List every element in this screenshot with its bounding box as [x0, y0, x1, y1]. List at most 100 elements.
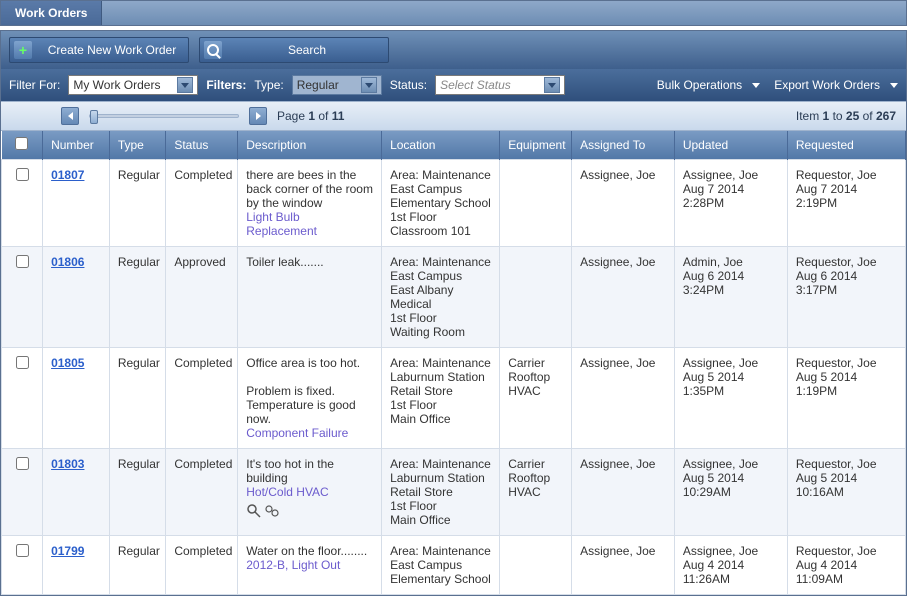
status-placeholder: Select Status	[440, 78, 538, 92]
magnifier-icon	[246, 503, 262, 519]
toolbar: + Create New Work Order Search	[1, 31, 906, 69]
type-label: Type:	[254, 78, 283, 92]
row-type-cell: Regular	[109, 449, 166, 536]
table-row: 01805 Regular Completed Office area is t…	[2, 348, 906, 449]
create-button-label: Create New Work Order	[40, 43, 184, 57]
row-location-cell: Area: Maintenance Laburnum Station Retai…	[382, 449, 500, 536]
col-assigned[interactable]: Assigned To	[572, 131, 675, 160]
work-order-number-link[interactable]: 01803	[51, 457, 84, 471]
row-location-cell: Area: Maintenance East Campus Elementary…	[382, 160, 500, 247]
status-select[interactable]: Select Status	[435, 75, 565, 95]
attachment-icons	[246, 503, 373, 519]
page-slider-handle[interactable]	[90, 110, 98, 124]
row-status-cell: Completed	[166, 536, 238, 595]
pager-bar: Page 1 of 11 Item 1 to 25 of 267	[1, 101, 906, 131]
page-prev-button[interactable]	[61, 107, 79, 125]
main-frame: + Create New Work Order Search Filter Fo…	[0, 30, 907, 596]
row-type-cell: Regular	[109, 160, 166, 247]
item-info: Item 1 to 25 of 267	[796, 109, 896, 123]
col-type[interactable]: Type	[109, 131, 166, 160]
row-requested-cell: Requestor, Joe Aug 5 2014 10:16AM	[787, 449, 905, 536]
row-assigned-cell: Assignee, Joe	[572, 160, 675, 247]
row-requested-cell: Requestor, Joe Aug 6 2014 3:17PM	[787, 247, 905, 348]
row-updated-cell: Assignee, Joe Aug 7 2014 2:28PM	[674, 160, 787, 247]
tab-bar: Work Orders	[0, 0, 907, 26]
chevron-down-icon	[361, 77, 377, 93]
work-order-number-link[interactable]: 01799	[51, 544, 84, 558]
col-location[interactable]: Location	[382, 131, 500, 160]
page-info: Page 1 of 11	[277, 109, 344, 123]
row-equipment-cell	[500, 536, 572, 595]
work-order-number-link[interactable]: 01805	[51, 356, 84, 370]
col-equipment[interactable]: Equipment	[500, 131, 572, 160]
row-updated-cell: Admin, Joe Aug 6 2014 3:24PM	[674, 247, 787, 348]
work-orders-table: Number Type Status Description Location …	[1, 131, 906, 595]
select-all-checkbox[interactable]	[15, 137, 28, 150]
col-status[interactable]: Status	[166, 131, 238, 160]
row-type-cell: Regular	[109, 247, 166, 348]
description-text: Office area is too hot. Problem is fixed…	[246, 356, 373, 426]
row-checkbox[interactable]	[16, 356, 29, 369]
row-status-cell: Completed	[166, 348, 238, 449]
search-button-label: Search	[230, 43, 384, 57]
work-order-number-link[interactable]: 01807	[51, 168, 84, 182]
col-description[interactable]: Description	[238, 131, 382, 160]
page-slider[interactable]	[89, 114, 239, 118]
issue-type-link[interactable]: Component Failure	[246, 426, 373, 440]
row-equipment-cell: Carrier Rooftop HVAC	[500, 449, 572, 536]
row-checkbox[interactable]	[16, 255, 29, 268]
row-description-cell: Water on the floor........2012-B, Light …	[238, 536, 382, 595]
row-location-cell: Area: Maintenance East Campus East Alban…	[382, 247, 500, 348]
type-select[interactable]: Regular	[292, 75, 382, 95]
row-number-cell: 01805	[43, 348, 110, 449]
row-number-cell: 01806	[43, 247, 110, 348]
work-order-number-link[interactable]: 01806	[51, 255, 84, 269]
row-checkbox[interactable]	[16, 457, 29, 470]
table-header-row: Number Type Status Description Location …	[2, 131, 906, 160]
row-assigned-cell: Assignee, Joe	[572, 536, 675, 595]
row-description-cell: Toiler leak.......	[238, 247, 382, 348]
bulk-operations-menu[interactable]: Bulk Operations	[657, 78, 760, 92]
type-value: Regular	[297, 78, 355, 92]
row-equipment-cell: Carrier Rooftop HVAC	[500, 348, 572, 449]
issue-type-link[interactable]: 2012-B, Light Out	[246, 558, 373, 572]
table-row: 01799 Regular Completed Water on the flo…	[2, 536, 906, 595]
row-select-cell	[2, 247, 43, 348]
chevron-down-icon	[177, 77, 193, 93]
row-checkbox[interactable]	[16, 544, 29, 557]
row-assigned-cell: Assignee, Joe	[572, 449, 675, 536]
row-updated-cell: Assignee, Joe Aug 5 2014 10:29AM	[674, 449, 787, 536]
col-requested[interactable]: Requested	[787, 131, 905, 160]
chevron-down-icon	[544, 77, 560, 93]
right-tools: Bulk Operations Export Work Orders	[657, 78, 898, 92]
filter-for-label: Filter For:	[9, 78, 60, 92]
table-row: 01803 Regular Completed It's too hot in …	[2, 449, 906, 536]
col-updated[interactable]: Updated	[674, 131, 787, 160]
row-select-cell	[2, 449, 43, 536]
issue-type-link[interactable]: Light Bulb Replacement	[246, 210, 373, 238]
tab-work-orders[interactable]: Work Orders	[1, 1, 102, 25]
export-work-orders-menu[interactable]: Export Work Orders	[774, 78, 898, 92]
description-text: It's too hot in the building	[246, 457, 373, 485]
row-location-cell: Area: Maintenance Laburnum Station Retai…	[382, 348, 500, 449]
row-status-cell: Completed	[166, 449, 238, 536]
description-text: there are bees in the back corner of the…	[246, 168, 373, 210]
issue-type-link[interactable]: Hot/Cold HVAC	[246, 485, 373, 499]
row-select-cell	[2, 348, 43, 449]
filter-for-value: My Work Orders	[73, 78, 171, 92]
search-icon	[204, 41, 222, 59]
create-work-order-button[interactable]: + Create New Work Order	[9, 37, 189, 63]
col-number[interactable]: Number	[43, 131, 110, 160]
search-button[interactable]: Search	[199, 37, 389, 63]
select-all-header[interactable]	[2, 131, 43, 160]
row-checkbox[interactable]	[16, 168, 29, 181]
row-number-cell: 01807	[43, 160, 110, 247]
row-requested-cell: Requestor, Joe Aug 7 2014 2:19PM	[787, 160, 905, 247]
page-next-button[interactable]	[249, 107, 267, 125]
description-text: Water on the floor........	[246, 544, 373, 558]
row-location-cell: Area: Maintenance East Campus Elementary…	[382, 536, 500, 595]
row-assigned-cell: Assignee, Joe	[572, 348, 675, 449]
row-assigned-cell: Assignee, Joe	[572, 247, 675, 348]
filter-for-select[interactable]: My Work Orders	[68, 75, 198, 95]
row-status-cell: Approved	[166, 247, 238, 348]
